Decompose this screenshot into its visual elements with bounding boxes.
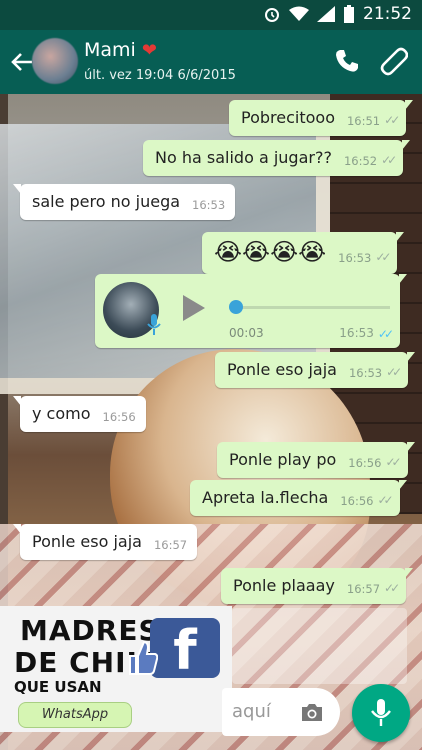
emoji-message: 😭😭😭😭 xyxy=(214,238,327,266)
message-input[interactable]: aquí xyxy=(222,688,340,736)
paperclip-icon[interactable] xyxy=(380,46,408,76)
signal-icon xyxy=(317,6,335,22)
message-bubble[interactable]: Pobrecitooo 16:51 ✓✓ xyxy=(229,100,414,136)
blurred-region xyxy=(232,608,407,684)
audio-progress-track[interactable] xyxy=(235,306,390,309)
delivered-ticks-icon: ✓✓ xyxy=(381,153,397,167)
message-time: 16:56 xyxy=(348,456,382,470)
message-bubble[interactable]: No ha salido a jugar?? 16:52 ✓✓ xyxy=(143,140,411,176)
message-bubble[interactable]: Ponle play po 16:56 ✓✓ xyxy=(217,442,415,478)
message-time: 16:52 xyxy=(343,154,378,168)
message-time: 16:53 xyxy=(338,251,372,265)
message-bubble[interactable]: Ponle eso jaja 16:53 ✓✓ xyxy=(215,352,416,388)
message-bubble[interactable]: sale pero no juega 16:53 xyxy=(12,184,236,220)
delivered-ticks-icon: ✓✓ xyxy=(386,365,402,379)
clock: 21:52 xyxy=(363,4,412,24)
delivered-ticks-icon: ✓✓ xyxy=(384,581,400,595)
chat-header: Mami ❤ últ. vez 19:04 6/6/2015 xyxy=(0,30,422,94)
message-text: Ponle plaaay xyxy=(233,576,335,595)
alarm-icon xyxy=(265,8,279,22)
message-bubble[interactable]: Ponle plaaay 16:57 ✓✓ xyxy=(221,568,414,604)
message-time: 16:53 xyxy=(339,326,374,340)
contact-avatar[interactable] xyxy=(32,38,78,84)
message-time: 16:56 xyxy=(340,494,374,508)
voice-time: 16:53 ✓✓ xyxy=(339,326,394,341)
heart-emoji: ❤ xyxy=(141,40,157,61)
read-ticks-icon: ✓✓ xyxy=(377,327,394,341)
mic-icon xyxy=(147,314,161,335)
facebook-icon: f xyxy=(150,618,220,682)
play-icon[interactable] xyxy=(183,295,205,321)
message-text: Ponle play po xyxy=(229,450,337,469)
message-bubble[interactable]: Ponle eso jaja 16:57 xyxy=(12,524,198,560)
message-time: 16:51 xyxy=(346,114,381,128)
watermark-logo: MADRES DE CHILE QUE USAN f WhatsApp xyxy=(0,606,232,732)
message-text: Apreta la.flecha xyxy=(202,488,329,507)
input-placeholder: aquí xyxy=(232,701,271,722)
delivered-ticks-icon: ✓✓ xyxy=(377,493,394,507)
record-voice-button[interactable] xyxy=(352,684,410,742)
thumbs-up-icon xyxy=(129,640,158,675)
message-time: 16:53 xyxy=(348,366,383,380)
delivered-ticks-icon: ✓✓ xyxy=(375,250,391,264)
mic-icon xyxy=(371,699,391,726)
contact-name-text: Mami xyxy=(84,39,136,61)
delivered-ticks-icon: ✓✓ xyxy=(385,455,401,469)
message-bubble[interactable]: 😭😭😭😭 16:53 ✓✓ xyxy=(202,232,405,274)
message-text: Ponle eso jaja xyxy=(32,532,142,551)
message-time: 16:57 xyxy=(346,582,381,596)
message-text: y como xyxy=(32,404,91,423)
voice-message-bubble[interactable]: 00:03 16:53 ✓✓ xyxy=(95,274,407,348)
delivered-ticks-icon: ✓✓ xyxy=(384,113,400,127)
message-time: 16:53 xyxy=(192,198,226,212)
last-seen: últ. vez 19:04 6/6/2015 xyxy=(84,68,236,83)
message-bubble[interactable]: Apreta la.flecha 16:56 ✓✓ xyxy=(190,480,407,516)
message-text: Ponle eso jaja xyxy=(227,360,337,379)
message-text: sale pero no juega xyxy=(32,192,181,211)
phone-icon[interactable] xyxy=(334,48,360,74)
message-text: No ha salido a jugar?? xyxy=(155,148,332,167)
message-text: Pobrecitooo xyxy=(241,108,335,127)
message-bubble[interactable]: y como 16:56 xyxy=(13,396,146,432)
whatsapp-badge: WhatsApp xyxy=(18,702,132,728)
wifi-icon xyxy=(289,6,309,21)
voice-duration: 00:03 xyxy=(229,326,264,340)
status-bar: 21:52 xyxy=(0,0,422,30)
message-time: 16:57 xyxy=(153,538,188,552)
battery-icon xyxy=(344,5,354,23)
message-time: 16:56 xyxy=(102,410,136,424)
audio-progress-knob[interactable] xyxy=(229,300,243,314)
camera-icon[interactable] xyxy=(300,702,324,722)
logo-line-3: QUE USAN xyxy=(14,678,102,696)
contact-name[interactable]: Mami ❤ xyxy=(84,39,157,61)
